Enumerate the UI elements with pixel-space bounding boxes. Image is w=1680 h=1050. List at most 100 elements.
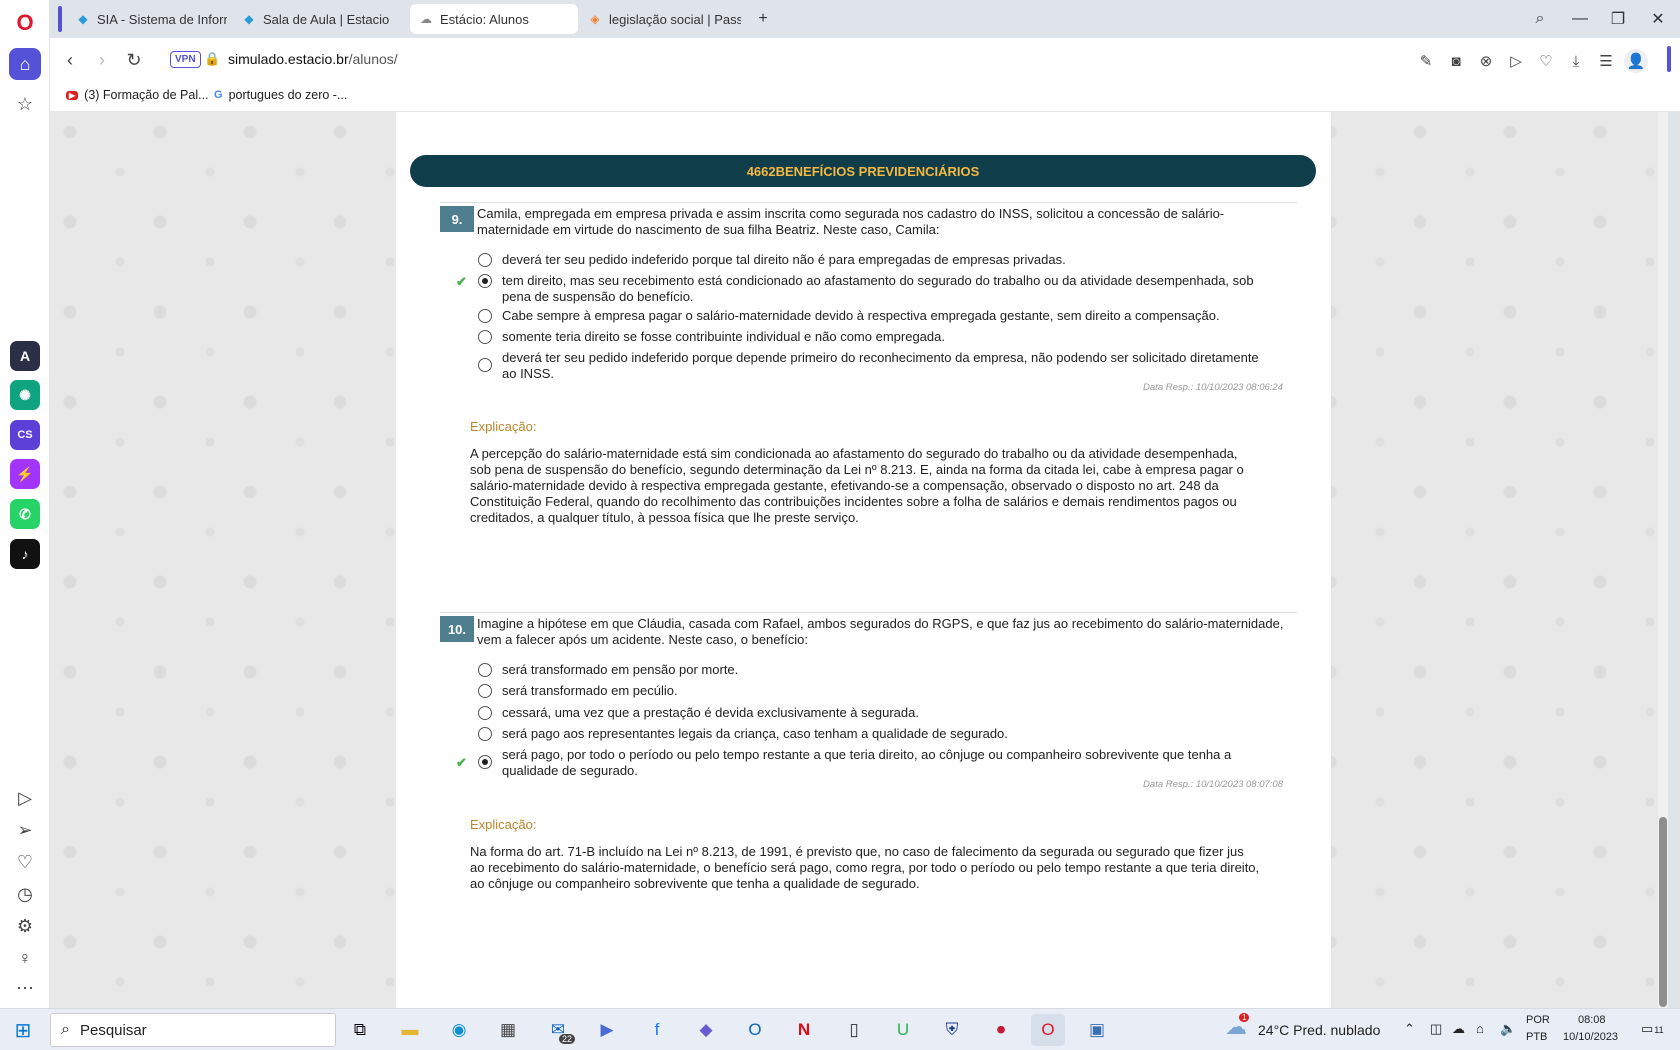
reload-button[interactable]: ↻ bbox=[120, 46, 148, 74]
option-a[interactable]: será transformado em pensão por morte. bbox=[478, 662, 1268, 678]
maximize-button[interactable]: ❐ bbox=[1605, 6, 1631, 32]
more-icon[interactable]: ⋯ bbox=[9, 972, 41, 1004]
aria-icon[interactable]: A bbox=[10, 341, 40, 371]
question-10: 10. Imagine a hipótese em que Cláudia, c… bbox=[440, 612, 1297, 992]
radio-button[interactable] bbox=[478, 330, 492, 344]
player-icon[interactable]: ▷ bbox=[9, 782, 41, 814]
tiktok-icon[interactable]: ♪ bbox=[10, 539, 40, 569]
question-9: 9. Camila, empregada em empresa privada … bbox=[440, 202, 1297, 622]
tab-sala-de-aula[interactable]: ◆ Sala de Aula | Estacio bbox=[233, 4, 393, 34]
option-d[interactable]: será pago aos representantes legais da c… bbox=[478, 726, 1268, 742]
file-explorer-icon[interactable]: ▬ bbox=[393, 1014, 427, 1046]
new-tab-button[interactable]: + bbox=[750, 6, 776, 32]
opera-taskbar-icon[interactable]: O bbox=[1031, 1014, 1065, 1046]
forward-button[interactable]: › bbox=[88, 46, 116, 74]
opera-logo-icon[interactable]: O bbox=[9, 7, 41, 39]
edge-icon[interactable]: ◉ bbox=[442, 1014, 476, 1046]
lock-icon[interactable]: 🔒 bbox=[204, 51, 220, 67]
radio-button[interactable] bbox=[478, 309, 492, 323]
settings-icon[interactable]: ⚙ bbox=[9, 910, 41, 942]
scrollbar-thumb[interactable] bbox=[1659, 817, 1667, 1007]
close-window-button[interactable]: ✕ bbox=[1645, 6, 1671, 32]
radio-button[interactable] bbox=[478, 684, 492, 698]
option-d[interactable]: somente teria direito se fosse contribui… bbox=[478, 329, 1268, 345]
meet-icon[interactable]: ◫ bbox=[1430, 1021, 1442, 1037]
profile-icon[interactable]: 👤 bbox=[1624, 49, 1648, 73]
send-icon[interactable]: ➢ bbox=[9, 814, 41, 846]
notification-icon[interactable]: ▭11 bbox=[1641, 1021, 1664, 1037]
radio-button[interactable] bbox=[478, 706, 492, 720]
option-e[interactable]: ✔ será pago, por todo o período ou pelo … bbox=[456, 747, 1268, 779]
notepad-icon[interactable]: ▯ bbox=[837, 1014, 871, 1046]
history-icon[interactable]: ◷ bbox=[9, 878, 41, 910]
windows-start-icon[interactable]: ⊞ bbox=[6, 1014, 40, 1046]
chevron-up-icon[interactable]: ⌃ bbox=[1404, 1021, 1415, 1037]
language-bottom[interactable]: PTB bbox=[1526, 1031, 1547, 1043]
search-icon: ⌕ bbox=[61, 1021, 70, 1038]
heart-icon[interactable]: ♡ bbox=[9, 846, 41, 878]
option-c[interactable]: cessará, uma vez que a prestação é devid… bbox=[478, 705, 1268, 721]
radio-button[interactable] bbox=[478, 253, 492, 267]
question-number: 9. bbox=[440, 206, 474, 232]
radio-button[interactable] bbox=[478, 727, 492, 741]
whatsapp-icon[interactable]: ✆ bbox=[10, 499, 40, 529]
outlook-icon[interactable]: O bbox=[738, 1014, 772, 1046]
tab-sia[interactable]: ◆ SIA - Sistema de Informaç bbox=[67, 4, 227, 34]
home-icon[interactable]: ⌂ bbox=[9, 48, 41, 80]
weather-text[interactable]: 24°C Pred. nublado bbox=[1258, 1022, 1380, 1038]
radio-button-selected[interactable] bbox=[478, 755, 492, 769]
onedrive-icon[interactable]: ☁ bbox=[1452, 1021, 1465, 1037]
bookmark-portugues[interactable]: G portugues do zero -... bbox=[214, 88, 347, 102]
option-b[interactable]: será transformado em pecúlio. bbox=[478, 683, 1268, 699]
download-icon[interactable]: ⤓ bbox=[1564, 49, 1588, 73]
vpn-badge[interactable]: VPN bbox=[170, 51, 201, 68]
chatsonic-icon[interactable]: CS bbox=[10, 420, 40, 450]
camera-icon[interactable]: ◙ bbox=[1444, 49, 1468, 73]
send-icon[interactable]: ▷ bbox=[1504, 49, 1528, 73]
language-top[interactable]: POR bbox=[1526, 1014, 1550, 1026]
radio-button[interactable] bbox=[478, 358, 492, 372]
heart-icon[interactable]: ♡ bbox=[1534, 49, 1558, 73]
app-icon[interactable]: ◆ bbox=[689, 1014, 723, 1046]
image-viewer-icon[interactable]: ▣ bbox=[1080, 1014, 1114, 1046]
shield-icon[interactable]: ⛨ bbox=[935, 1014, 969, 1046]
address-bar: ‹ › ↻ VPN 🔒 simulado.estacio.br/alunos/ … bbox=[50, 38, 1680, 82]
store-icon[interactable]: ▦ bbox=[491, 1014, 525, 1046]
youtube-icon: ▶ bbox=[66, 90, 79, 100]
mail-icon[interactable]: ✉ 22 bbox=[541, 1014, 575, 1046]
option-c[interactable]: Cabe sempre à empresa pagar o salário-ma… bbox=[478, 308, 1268, 324]
facebook-icon[interactable]: f bbox=[640, 1014, 674, 1046]
radio-button[interactable] bbox=[478, 663, 492, 677]
option-e[interactable]: deverá ter seu pedido indeferido porque … bbox=[478, 350, 1268, 382]
chatgpt-icon[interactable]: ✺ bbox=[10, 380, 40, 410]
task-view-icon[interactable]: ⧉ bbox=[343, 1014, 377, 1046]
edit-icon[interactable]: ✎ bbox=[1414, 49, 1438, 73]
volume-icon[interactable]: 🔈 bbox=[1500, 1021, 1516, 1037]
search-tabs-icon[interactable]: ⌕ bbox=[1527, 6, 1553, 32]
messenger-icon[interactable]: ⚡ bbox=[10, 459, 40, 489]
recorder-icon[interactable]: ⏺ bbox=[984, 1014, 1018, 1046]
tab-passei-direto[interactable]: ◈ legislação social | Passei D bbox=[579, 4, 741, 34]
radio-button-selected[interactable] bbox=[478, 274, 492, 288]
minimize-button[interactable]: — bbox=[1567, 6, 1593, 32]
option-b[interactable]: ✔ tem direito, mas seu recebimento está … bbox=[456, 273, 1268, 305]
url-field[interactable]: simulado.estacio.br/alunos/ bbox=[228, 51, 398, 67]
clipchamp-icon[interactable]: ▶ bbox=[590, 1014, 624, 1046]
taskbar-search[interactable]: ⌕ Pesquisar bbox=[50, 1013, 336, 1047]
easy-setup-icon[interactable]: ☰ bbox=[1594, 49, 1618, 73]
back-button[interactable]: ‹ bbox=[56, 46, 84, 74]
sidebar-toggle[interactable] bbox=[1667, 46, 1671, 72]
network-icon[interactable]: ⌂ bbox=[1476, 1021, 1484, 1036]
adblock-icon[interactable]: ⊗ bbox=[1474, 49, 1498, 73]
page-scrollbar[interactable] bbox=[1658, 112, 1668, 1008]
option-a[interactable]: deverá ter seu pedido indeferido porque … bbox=[478, 252, 1268, 268]
upwork-icon[interactable]: U bbox=[886, 1014, 920, 1046]
netflix-icon[interactable]: N bbox=[787, 1014, 821, 1046]
clock-date[interactable]: 10/10/2023 bbox=[1563, 1031, 1618, 1043]
bookmark-formacao[interactable]: ▶ (3) Formação de Pal... bbox=[66, 88, 209, 102]
bulb-icon[interactable]: ♀ bbox=[9, 942, 41, 974]
subject-banner: 4662BENEFÍCIOS PREVIDENCIÁRIOS bbox=[410, 155, 1316, 187]
star-icon[interactable]: ☆ bbox=[9, 88, 41, 120]
tab-estacio-alunos[interactable]: ☁ Estácio: Alunos bbox=[410, 4, 578, 34]
clock-time[interactable]: 08:08 bbox=[1578, 1014, 1606, 1026]
